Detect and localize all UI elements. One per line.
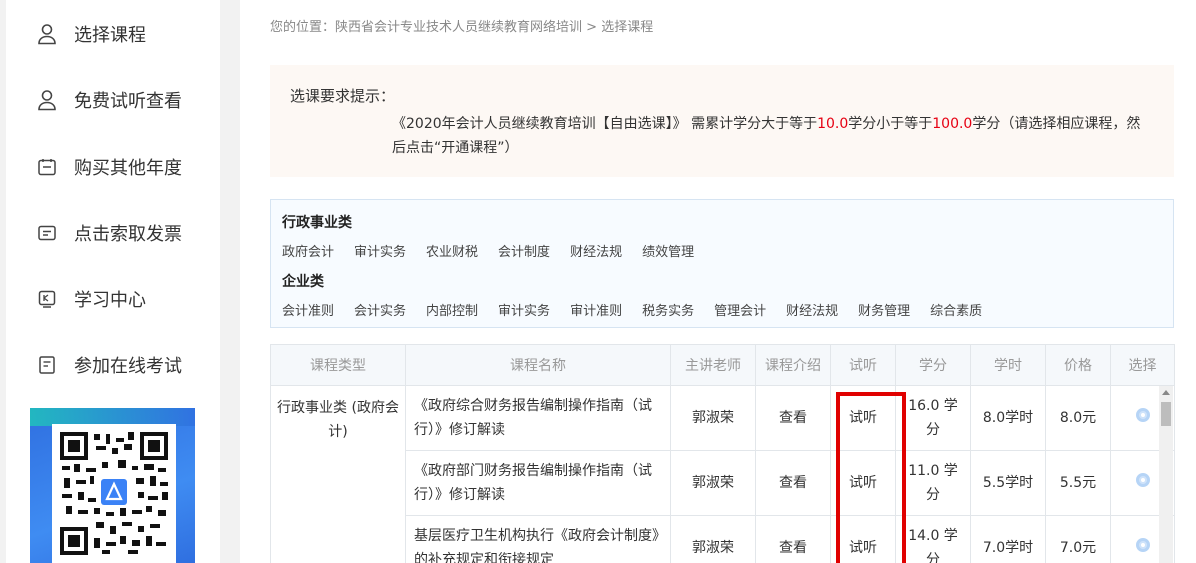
calendar-icon (36, 156, 58, 178)
sidebar: 选择课程 免费试听查看 购买其他年度 点击索取发票 学习中心 参加在线考试 (6, 0, 220, 563)
credit-cell: 11.0 学分 (895, 450, 971, 516)
category-link[interactable]: 农业财税 (426, 241, 478, 260)
course-requirement-notice: 选课要求提示： 《2020年会计人员继续教育培训【自由选课】》 需累计学分大于等… (270, 65, 1174, 177)
column-header: 学分 (895, 344, 971, 386)
view-intro-link[interactable]: 查看 (755, 450, 831, 516)
trial-link[interactable]: 试听 (830, 515, 896, 563)
notice-text: 《2020年会计人员继续教育培训【自由选课】》 需累计学分大于等于 (392, 116, 818, 132)
course-table: 课程类型 课程名称 主讲老师 课程介绍 试听 学分 学时 价格 选择 行政事业类… (270, 344, 1175, 563)
hours-cell: 5.5学时 (970, 450, 1046, 516)
category-link[interactable]: 财经法规 (786, 300, 838, 319)
sidebar-item-label: 购买其他年度 (74, 158, 182, 179)
category-link[interactable]: 审计实务 (498, 300, 550, 319)
category-link[interactable]: 审计准则 (570, 300, 622, 319)
category-link[interactable]: 内部控制 (426, 300, 478, 319)
breadcrumb-current: 选择课程 (601, 20, 654, 35)
column-header: 课程类型 (270, 344, 406, 386)
sidebar-item-study-center[interactable]: 学习中心 (6, 277, 220, 321)
hours-cell: 8.0学时 (970, 385, 1046, 451)
notice-title: 选课要求提示： (290, 87, 396, 105)
breadcrumb-site-link[interactable]: 陕西省会计专业技术人员继续教育网络培训 (335, 20, 582, 35)
table-scrollbar[interactable] (1159, 386, 1173, 563)
table-row: 《政府部门财务报告编制操作指南（试行）》修订解读 郭淑荣 查看 试听 11.0 … (271, 450, 1175, 516)
course-name-cell: 《政府部门财务报告编制操作指南（试行）》修订解读 (405, 450, 671, 516)
category-group-title: 行政事业类 (282, 215, 352, 231)
category-link[interactable]: 税务实务 (642, 300, 694, 319)
table-row: 行政事业类 (政府会计) 《政府综合财务报告编制操作指南（试行）》修订解读 郭淑… (270, 385, 1175, 563)
breadcrumb-separator: > (582, 20, 602, 35)
category-filter: 行政事业类 政府会计 审计实务 农业财税 会计制度 财经法规 绩效管理 企业类 … (270, 199, 1174, 328)
scroll-thumb[interactable] (1161, 402, 1171, 426)
exam-icon (36, 354, 58, 376)
select-radio[interactable] (1135, 408, 1150, 422)
table-row: 基层医疗卫生机构执行《政府会计制度》的补充规定和衔接规定 郭淑荣 查看 试听 1… (271, 515, 1175, 563)
teacher-cell: 郭淑荣 (670, 515, 756, 563)
sidebar-item-label: 选择课程 (74, 25, 146, 46)
column-header: 主讲老师 (670, 344, 756, 386)
qr-code-image (60, 432, 168, 555)
trial-link[interactable]: 试听 (830, 450, 896, 516)
trial-link[interactable]: 试听 (830, 385, 896, 451)
credit-cell: 14.0 学分 (895, 515, 971, 563)
category-group-admin: 政府会计 审计实务 农业财税 会计制度 财经法规 绩效管理 (282, 241, 694, 260)
course-name-cell: 基层医疗卫生机构执行《政府会计制度》的补充规定和衔接规定 (405, 515, 671, 563)
qr-code-banner (30, 408, 195, 563)
column-header: 课程介绍 (755, 344, 831, 386)
sidebar-item-online-exam[interactable]: 参加在线考试 (6, 343, 220, 387)
category-link[interactable]: 会计制度 (498, 241, 550, 260)
breadcrumb: 您的位置：陕西省会计专业技术人员继续教育网络培训 > 选择课程 (270, 16, 653, 35)
category-group-title: 企业类 (282, 274, 324, 290)
category-link[interactable]: 绩效管理 (642, 241, 694, 260)
sidebar-item-free-trial[interactable]: 免费试听查看 (6, 78, 220, 122)
max-credit: 100.0 (932, 116, 973, 132)
category-link[interactable]: 财务管理 (858, 300, 910, 319)
category-link[interactable]: 会计实务 (354, 300, 406, 319)
category-link[interactable]: 管理会计 (714, 300, 766, 319)
invoice-icon (36, 222, 58, 244)
price-cell: 5.5元 (1045, 450, 1111, 516)
user-icon (36, 23, 58, 45)
sidebar-item-label: 参加在线考试 (74, 356, 182, 377)
column-header: 选择 (1110, 344, 1175, 386)
column-header: 价格 (1045, 344, 1111, 386)
main-content: 您的位置：陕西省会计专业技术人员继续教育网络培训 > 选择课程 选课要求提示： … (240, 0, 1196, 563)
sidebar-item-label: 学习中心 (74, 290, 146, 311)
course-type-cell: 行政事业类 (政府会计) (270, 385, 406, 563)
sidebar-item-select-course[interactable]: 选择课程 (6, 12, 220, 56)
table-header-row: 课程类型 课程名称 主讲老师 课程介绍 试听 学分 学时 价格 选择 (270, 344, 1175, 386)
notice-text: 学分小于等于 (848, 116, 933, 132)
select-radio[interactable] (1135, 473, 1150, 487)
column-header: 课程名称 (405, 344, 671, 386)
sidebar-item-label: 点击索取发票 (74, 224, 182, 245)
breadcrumb-prefix: 您的位置： (270, 20, 336, 35)
min-credit: 10.0 (817, 116, 849, 132)
scroll-up-arrow-icon[interactable] (1162, 390, 1170, 395)
study-icon (36, 288, 58, 310)
category-link[interactable]: 政府会计 (282, 241, 334, 260)
sidebar-item-buy-other-year[interactable]: 购买其他年度 (6, 145, 220, 189)
view-intro-link[interactable]: 查看 (755, 515, 831, 563)
category-group-enterprise: 会计准则 会计实务 内部控制 审计实务 审计准则 税务实务 管理会计 财经法规 … (282, 300, 982, 319)
category-link[interactable]: 综合素质 (930, 300, 982, 319)
category-link[interactable]: 审计实务 (354, 241, 406, 260)
sidebar-item-request-invoice[interactable]: 点击索取发票 (6, 211, 220, 255)
hours-cell: 7.0学时 (970, 515, 1046, 563)
notice-body: 《2020年会计人员继续教育培训【自由选课】》 需累计学分大于等于10.0学分小… (392, 112, 1152, 160)
category-link[interactable]: 财经法规 (570, 241, 622, 260)
course-name-cell: 《政府综合财务报告编制操作指南（试行）》修订解读 (405, 385, 671, 451)
user-icon (36, 89, 58, 111)
category-link[interactable]: 会计准则 (282, 300, 334, 319)
teacher-cell: 郭淑荣 (670, 450, 756, 516)
sidebar-item-label: 免费试听查看 (74, 91, 182, 112)
credit-cell: 16.0 学分 (895, 385, 971, 451)
price-cell: 8.0元 (1045, 385, 1111, 451)
select-radio[interactable] (1135, 538, 1150, 552)
column-header: 学时 (970, 344, 1046, 386)
view-intro-link[interactable]: 查看 (755, 385, 831, 451)
price-cell: 7.0元 (1045, 515, 1111, 563)
teacher-cell: 郭淑荣 (670, 385, 756, 451)
column-header: 试听 (830, 344, 896, 386)
